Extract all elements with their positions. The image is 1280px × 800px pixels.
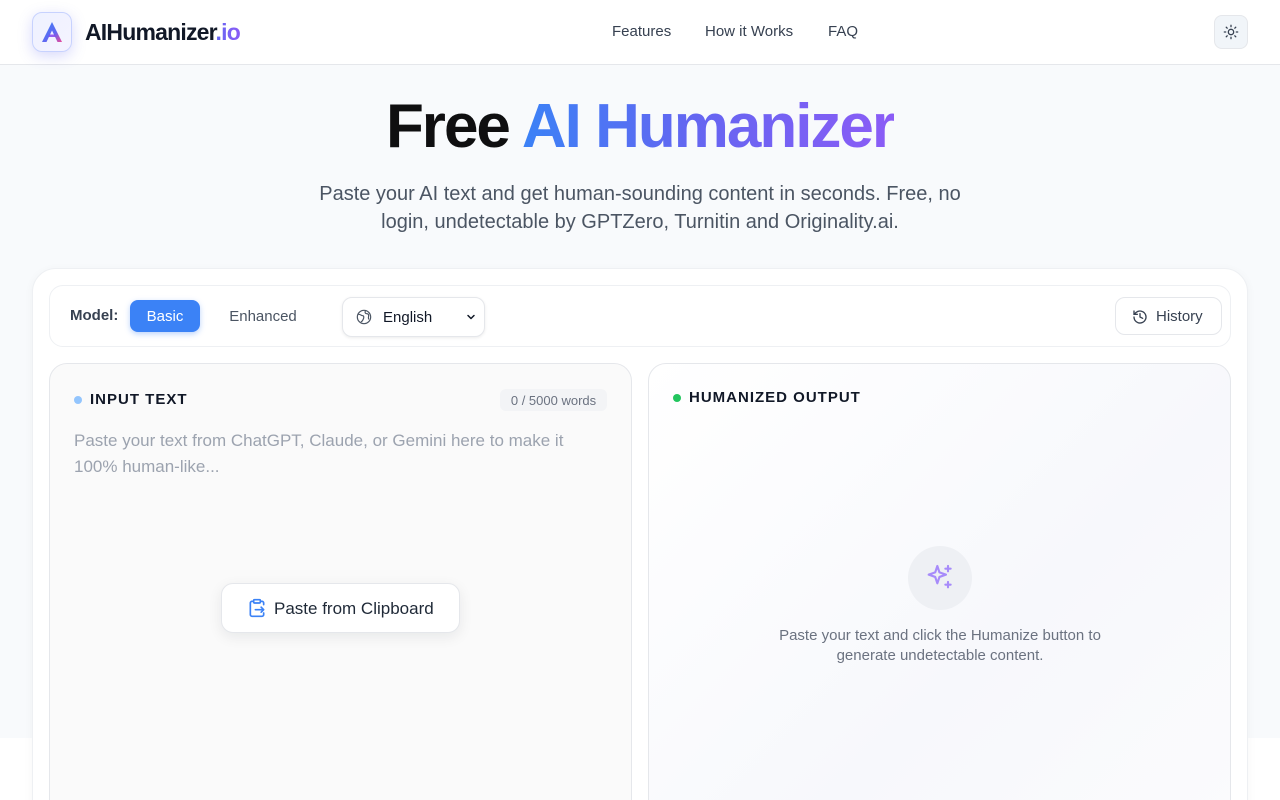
output-panel-label: HUMANIZED OUTPUT xyxy=(689,389,861,406)
word-count-badge: 0 / 5000 words xyxy=(500,389,607,411)
nav-faq[interactable]: FAQ xyxy=(828,22,858,42)
sun-icon xyxy=(1223,24,1239,40)
sparkles-icon xyxy=(927,564,952,589)
top-header: AIHumanizer.io Features How it Works FAQ xyxy=(0,0,1280,65)
main-nav: Features How it Works FAQ xyxy=(0,22,1280,42)
paste-button-label: Paste from Clipboard xyxy=(274,599,434,618)
output-empty-hint: Paste your text and click the Humanize b… xyxy=(779,627,1101,664)
title-plain: Free xyxy=(385,92,511,161)
history-clock-icon xyxy=(1133,310,1147,324)
title-gradient: AI Humanizer xyxy=(521,92,896,161)
language-select[interactable]: English xyxy=(342,297,485,337)
input-panel-label: INPUT TEXT xyxy=(90,391,188,408)
model-enhanced-button[interactable]: Enhanced xyxy=(216,300,310,332)
model-basic-button[interactable]: Basic xyxy=(130,300,200,332)
language-value: English xyxy=(383,309,433,326)
history-button[interactable]: History xyxy=(1115,297,1222,335)
history-label: History xyxy=(1156,308,1203,325)
input-status-dot xyxy=(74,396,82,404)
model-label: Model: xyxy=(70,307,119,324)
output-empty-badge xyxy=(908,546,972,610)
page-title: Free AI Humanizer xyxy=(0,90,1280,164)
theme-toggle-button[interactable] xyxy=(1214,15,1248,49)
paste-from-clipboard-button[interactable]: Paste from Clipboard xyxy=(221,583,460,633)
nav-how-it-works[interactable]: How it Works xyxy=(705,22,793,42)
page-subtitle: Paste your AI text and get human-soundin… xyxy=(319,183,961,233)
chevron-down-icon xyxy=(467,314,475,320)
nav-features[interactable]: Features xyxy=(612,22,671,42)
globe-icon xyxy=(356,309,372,325)
input-textarea[interactable] xyxy=(74,428,594,488)
clipboard-icon xyxy=(249,598,265,618)
output-status-dot xyxy=(673,394,681,402)
